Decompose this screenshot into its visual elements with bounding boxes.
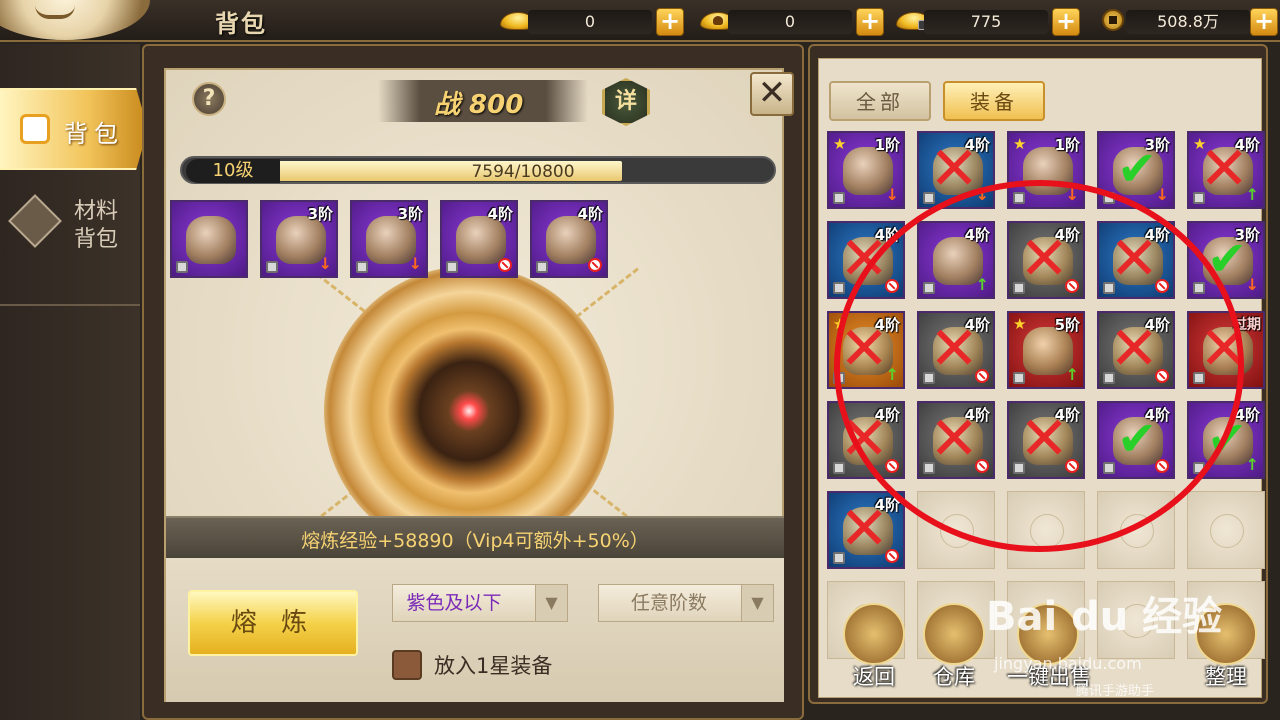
no-entry-icon: [588, 258, 602, 272]
tab-equipment[interactable]: 装备: [943, 81, 1045, 121]
smelt-exp-banner: 熔炼经验+58890（Vip4可额外+50%）: [166, 516, 784, 558]
chevron-down-icon: ▼: [741, 585, 773, 621]
sort-button[interactable]: 整理: [1191, 603, 1261, 689]
lock-icon: [446, 261, 458, 273]
smelt-controls: 熔 炼 紫色及以下 ▼ 任意阶数 ▼ 放入1星装备: [166, 558, 784, 702]
inventory-item-slot[interactable]: ★ 4阶 ✕ ↑: [1187, 131, 1265, 209]
tier-filter-value: 任意阶数: [630, 592, 707, 614]
power-value: 战 800: [434, 90, 524, 120]
add-bound-gold-button[interactable]: +: [856, 8, 884, 36]
include-1star-checkbox[interactable]: [392, 650, 422, 680]
smelt-panel: ? 战 800 详 ✕ 10级 7594/10800 3阶 ↓ 3阶 ↓ 4阶 4阶 熔炼…: [142, 44, 804, 720]
smelt-item-slot[interactable]: 4阶: [530, 200, 608, 278]
lock-icon: [536, 261, 548, 273]
close-button[interactable]: ✕: [750, 72, 794, 116]
lock-icon: [356, 261, 368, 273]
arrow-down-icon: ↓: [1155, 185, 1169, 204]
item-tier: 1阶: [1054, 136, 1080, 154]
help-button[interactable]: ?: [192, 82, 226, 116]
item-tier: 4阶: [577, 205, 603, 223]
star-icon: ★: [833, 135, 847, 153]
back-button[interactable]: 返回: [839, 603, 909, 689]
arrow-up-icon: ↑: [1245, 185, 1259, 204]
material-sack-icon: [8, 194, 62, 248]
unusable-x-icon: ✕: [839, 494, 890, 564]
item-tier: 3阶: [307, 205, 333, 223]
smelting-furnace: [324, 266, 614, 556]
equipment-icon: [186, 216, 236, 264]
nav-tab-bag-label: 背包: [64, 120, 124, 148]
bag-icon: [20, 114, 50, 144]
quality-filter-value: 紫色及以下: [406, 592, 502, 614]
back-button-label: 返回: [853, 665, 895, 689]
item-tier: 1阶: [874, 136, 900, 154]
page-title: 背包: [215, 10, 267, 38]
currency-coins-value: 508.8万: [1126, 10, 1250, 34]
chevron-down-icon: ▼: [535, 585, 567, 621]
sell-all-button[interactable]: 一键出售: [999, 603, 1099, 689]
smelt-item-slot[interactable]: 3阶 ↓: [350, 200, 428, 278]
tier-filter-dropdown[interactable]: 任意阶数 ▼: [598, 584, 774, 622]
empty-inventory-slot: [1097, 581, 1175, 659]
currency-bound-gold-value: 0: [728, 10, 852, 34]
include-1star-label: 放入1星装备: [434, 654, 553, 678]
level-progress-bar: 10级 7594/10800: [180, 156, 776, 184]
arrow-up-icon: ↑: [1245, 455, 1259, 474]
level-label: 10级: [186, 159, 280, 183]
no-entry-icon: [885, 549, 899, 563]
arrow-down-icon: ↓: [408, 254, 422, 273]
nav-tab-bag[interactable]: 背包: [0, 88, 148, 170]
add-gold-button[interactable]: +: [656, 8, 684, 36]
coin-bag-icon: [1017, 603, 1079, 665]
arrow-down-icon: ↓: [318, 254, 332, 273]
smelt-exp-text: 熔炼经验+58890（Vip4可额外+50%）: [301, 530, 649, 552]
tab-all[interactable]: 全部: [829, 81, 931, 121]
currency-gold-value: 0: [528, 10, 652, 34]
lock-icon: [266, 261, 278, 273]
inventory-item-slot[interactable]: ★ 1阶 ↓: [827, 131, 905, 209]
arrow-down-icon: ↓: [1245, 275, 1259, 294]
add-locked-gold-button[interactable]: +: [1052, 8, 1080, 36]
sell-all-button-label: 一键出售: [1007, 665, 1091, 689]
level-progress-text: 7594/10800: [471, 162, 575, 182]
smelt-button[interactable]: 熔 炼: [188, 590, 358, 656]
currency-locked-gold-value: 775: [924, 10, 1048, 34]
add-coins-button[interactable]: +: [1250, 8, 1278, 36]
star-icon: ★: [1013, 135, 1027, 153]
item-tier: 4阶: [487, 205, 513, 223]
warehouse-button-label: 仓库: [933, 665, 975, 689]
warehouse-button[interactable]: 仓库: [919, 603, 989, 689]
quality-filter-dropdown[interactable]: 紫色及以下 ▼: [392, 584, 568, 622]
lock-icon: [176, 261, 188, 273]
treasure-chest-icon: [923, 603, 985, 665]
empty-inventory-slot: [1187, 491, 1265, 569]
power-banner: 战 800: [378, 80, 588, 122]
selected-check-icon: ✔: [1117, 141, 1158, 197]
smelt-item-slot[interactable]: 3阶 ↓: [260, 200, 338, 278]
highlight-annotation-circle: [834, 180, 1244, 552]
nav-divider: [0, 304, 140, 306]
lock-icon: [833, 192, 845, 204]
return-arrow-icon: [843, 603, 905, 665]
unusable-x-icon: ✕: [1199, 134, 1250, 204]
left-nav: 背包 材料 背包: [0, 44, 148, 720]
top-bar: 背包 0 + 0 + 775 + 508.8万 +: [0, 0, 1280, 42]
nav-tab-materials[interactable]: 材料 背包: [0, 194, 148, 276]
item-tier: 3阶: [397, 205, 423, 223]
sort-button-label: 整理: [1205, 665, 1247, 689]
nav-tab-materials-label: 材料 背包: [73, 199, 118, 252]
smelt-item-slot[interactable]: 4阶: [440, 200, 518, 278]
inventory-item-slot[interactable]: 4阶 ✕: [827, 491, 905, 569]
no-entry-icon: [498, 258, 512, 272]
menu-orb-icon[interactable]: [0, 0, 150, 40]
sort-refresh-icon: [1195, 603, 1257, 665]
arrow-down-icon: ↓: [885, 185, 899, 204]
smelt-item-slot[interactable]: [170, 200, 248, 278]
